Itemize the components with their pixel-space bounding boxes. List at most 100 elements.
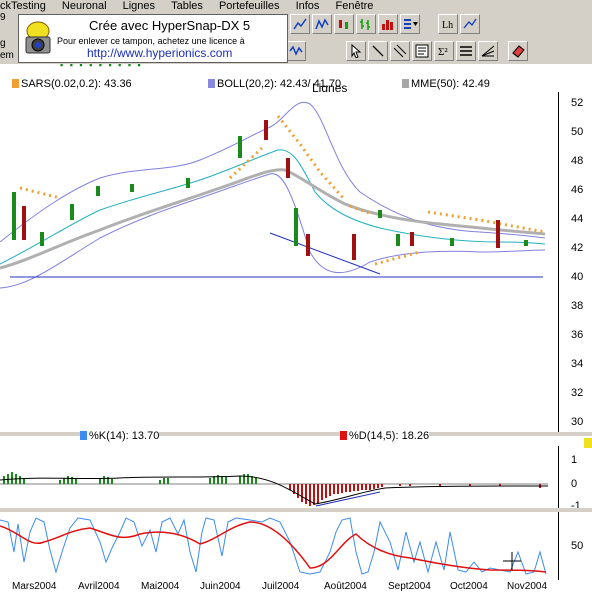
menu-item-lignes[interactable]: Lignes	[123, 0, 155, 12]
left-panel-text-1: 9	[0, 12, 6, 23]
histogram-axis: 1 0 -1	[558, 446, 592, 512]
menu-item-infos[interactable]: Infos	[296, 0, 320, 12]
menu-item-neuronal[interactable]: Neuronal	[62, 0, 107, 12]
eraser-button[interactable]	[508, 41, 528, 61]
sar-legend: SARS(0.02,0.2): 43.36	[12, 78, 132, 90]
price-tick-36: 36	[571, 329, 584, 341]
select-tool-button[interactable]	[346, 41, 366, 61]
wave-icon	[289, 45, 303, 56]
stochastic-d-line	[0, 521, 547, 573]
month-label-mars: Mars2004	[12, 581, 57, 592]
price-chart-svg	[0, 101, 546, 289]
price-tick-32: 32	[571, 387, 584, 399]
stochastic-panel[interactable]	[0, 512, 558, 580]
sigma-icon: Σ²	[438, 46, 448, 58]
horizontal-lines-button[interactable]	[456, 41, 476, 61]
zigzag-icon	[315, 18, 329, 30]
log-scale-button[interactable]: Lh	[438, 14, 458, 34]
sar-swatch	[12, 79, 19, 88]
date-axis: Mars2004 Avril2004 Mai2004 Juin2004 Juil…	[0, 580, 592, 592]
log-scale-icon: Lh	[442, 20, 453, 31]
horizontal-lines-icon	[460, 46, 472, 56]
price-axis: 52 50 48 46 44 42 40 38 36 34 32 30	[558, 92, 592, 432]
svg-text:Lh: Lh	[442, 20, 453, 31]
boll-legend-text: BOLL(20,2): 42.43/ 41.70	[217, 78, 342, 90]
price-tick-48: 48	[571, 155, 584, 167]
bollinger-upper	[0, 101, 546, 243]
bar-chart-button[interactable]	[356, 14, 376, 34]
month-label-oct: Oct2004	[450, 581, 488, 592]
month-label-avril: Avril2004	[78, 581, 120, 592]
price-tick-42: 42	[571, 242, 584, 254]
trendline-tool-button[interactable]	[368, 41, 388, 61]
mme-legend: MME(50): 42.49	[402, 78, 490, 90]
d-legend-text: %D(14,5): 18.26	[349, 430, 430, 442]
scale-button[interactable]	[460, 14, 480, 34]
month-label-sept: Sept2004	[388, 581, 431, 592]
resize-marker-1[interactable]	[584, 438, 592, 448]
left-panel-fragment: 9 g em	[0, 12, 18, 64]
hypersnap-watermark: Crée avec HyperSnap-DX 5 Pour enlever ce…	[18, 14, 288, 63]
menu-item-backtesting[interactable]: ckTesting	[0, 0, 46, 12]
camera-icon	[25, 21, 51, 54]
parallel-lines-icon	[393, 44, 407, 58]
left-panel-text-3: em	[0, 50, 14, 61]
trendline	[269, 232, 381, 275]
eraser-icon	[512, 45, 525, 58]
fibonacci-tool-button[interactable]: Σ²	[434, 41, 454, 61]
month-label-nov: Nov2004	[507, 581, 548, 592]
price-tick-30: 30	[571, 416, 584, 428]
text-tool-button[interactable]	[412, 41, 432, 61]
k-swatch	[80, 431, 87, 440]
price-tick-44: 44	[571, 213, 584, 225]
stochastic-svg	[0, 517, 547, 575]
diagonal-line-icon	[372, 45, 384, 57]
stoch-tick-50: 50	[571, 540, 584, 552]
bollinger-middle	[0, 149, 546, 265]
menu-item-fenetre[interactable]: Fenêtre	[336, 0, 374, 12]
price-tick-34: 34	[571, 358, 584, 370]
crosshair-cursor	[503, 552, 521, 570]
k-legend-text: %K(14): 13.70	[89, 430, 160, 442]
d-legend: %D(14,5): 18.26	[340, 430, 430, 442]
hist-tick-1: 1	[571, 454, 578, 466]
histogram-panel[interactable]	[0, 446, 558, 508]
chevron-down-icon	[404, 19, 418, 29]
zigzag-chart-button[interactable]	[312, 14, 332, 34]
boll-legend: BOLL(20,2): 42.43/ 41.70	[208, 78, 341, 90]
hist-tick-0: 0	[571, 478, 578, 490]
line-chart-icon	[293, 18, 307, 30]
hypersnap-title: Crée avec HyperSnap-DX 5	[89, 18, 251, 33]
price-chart[interactable]	[0, 92, 558, 432]
gann-tool-button[interactable]	[478, 41, 498, 61]
month-label-juil: Juil2004	[262, 581, 300, 592]
d-swatch	[340, 431, 347, 440]
mme-swatch	[402, 79, 409, 88]
histogram-icon	[382, 20, 393, 30]
candlestick-icon	[339, 20, 348, 29]
month-label-mai: Mai2004	[141, 581, 180, 592]
trend-icon	[463, 18, 477, 29]
menu-item-portefeuilles[interactable]: Portefeuilles	[219, 0, 280, 12]
cursor-icon	[351, 44, 362, 58]
price-tick-46: 46	[571, 184, 584, 196]
line-chart-button[interactable]	[290, 14, 310, 34]
histogram-svg	[0, 472, 549, 507]
mme-legend-text: MME(50): 42.49	[411, 78, 490, 90]
hypersnap-url[interactable]: http://www.hyperionics.com	[87, 46, 232, 60]
candlestick-button[interactable]	[334, 14, 354, 34]
price-tick-52: 52	[571, 97, 584, 109]
stochastic-k-line	[0, 517, 547, 575]
k-legend: %K(14): 13.70	[80, 430, 160, 442]
fan-lines-icon	[481, 45, 495, 57]
text-box-icon	[415, 44, 429, 58]
indicator-button[interactable]	[286, 41, 306, 61]
price-tick-50: 50	[571, 126, 584, 138]
chart-type-dropdown[interactable]	[400, 14, 420, 34]
menu-bar: ckTesting Neuronal Lignes Tables Portefe…	[0, 0, 592, 12]
menu-item-tables[interactable]: Tables	[171, 0, 203, 12]
channel-tool-button[interactable]	[390, 41, 410, 61]
histogram-button[interactable]	[378, 14, 398, 34]
candles	[12, 120, 528, 260]
histogram-signal	[0, 475, 549, 505]
